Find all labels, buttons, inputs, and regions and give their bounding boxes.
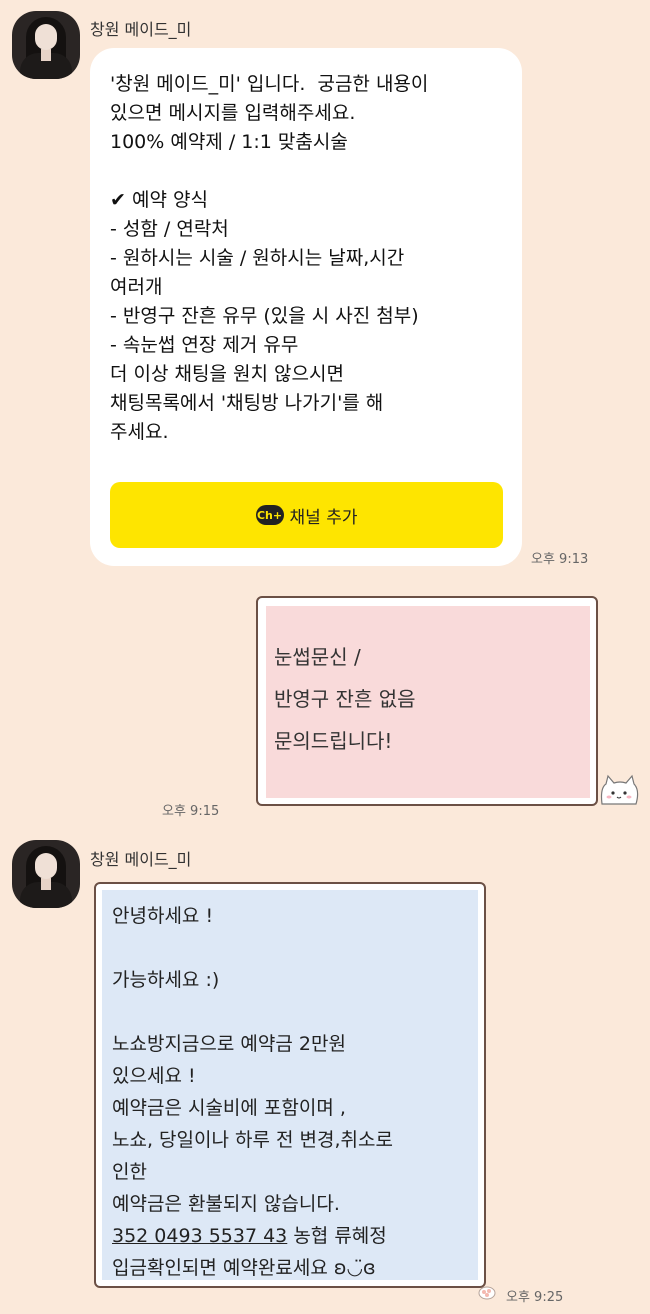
message-closing: 입금확인되면 예약완료세요 ʚ◡̈ɞ [112, 1257, 376, 1279]
add-channel-button[interactable]: Ch+ 채널 추가 [110, 482, 503, 548]
cat-sticker-icon [600, 774, 639, 805]
message-bubble: '창원 메이드_미' 입니다. 궁금한 내용이 있으면 메시지를 입력해주세요.… [90, 48, 522, 566]
message-text: 눈썹문신 / 반영구 잔흔 없음 문의드립니다! [274, 645, 416, 753]
message-time: 오후 9:13 [531, 552, 589, 567]
message-text: 안녕하세요 ! 가능하세요 :) 노쇼방지금으로 예약금 2만원 있으세요 ! … [112, 900, 484, 1284]
paw-icon [478, 1286, 496, 1300]
kakao-channel-icon: Ch+ [255, 505, 284, 525]
message-body: 안녕하세요 ! 가능하세요 :) 노쇼방지금으로 예약금 2만원 있으세요 ! … [112, 905, 393, 1215]
message-bubble-outgoing: 눈썹문신 / 반영구 잔흔 없음 문의드립니다! [256, 596, 598, 806]
add-channel-label: 채널 추가 [289, 507, 358, 528]
message-time: 오후 9:25 [506, 1290, 564, 1305]
message-bubble: 안녕하세요 ! 가능하세요 :) 노쇼방지금으로 예약금 2만원 있으세요 ! … [94, 882, 486, 1288]
message-time: 오후 9:15 [162, 804, 220, 819]
sender-name: 창원 메이드_미 [90, 20, 192, 39]
sender-name: 창원 메이드_미 [90, 850, 192, 869]
bank-account[interactable]: 352 0493 5537 43 [112, 1225, 287, 1247]
avatar[interactable] [12, 11, 80, 79]
avatar[interactable] [12, 840, 80, 908]
message-text: '창원 메이드_미' 입니다. 궁금한 내용이 있으면 메시지를 입력해주세요.… [110, 73, 429, 443]
bank-holder: 농협 류혜정 [287, 1225, 387, 1247]
